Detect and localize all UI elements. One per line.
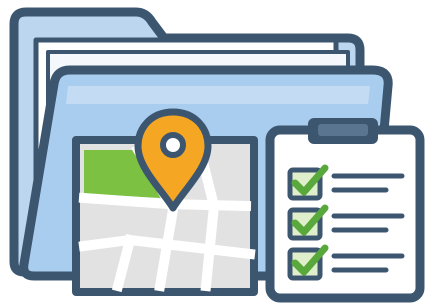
illustration-svg [9,7,425,303]
clipboard-icon [265,118,425,303]
folder-map-checklist-illustration [0,0,431,306]
